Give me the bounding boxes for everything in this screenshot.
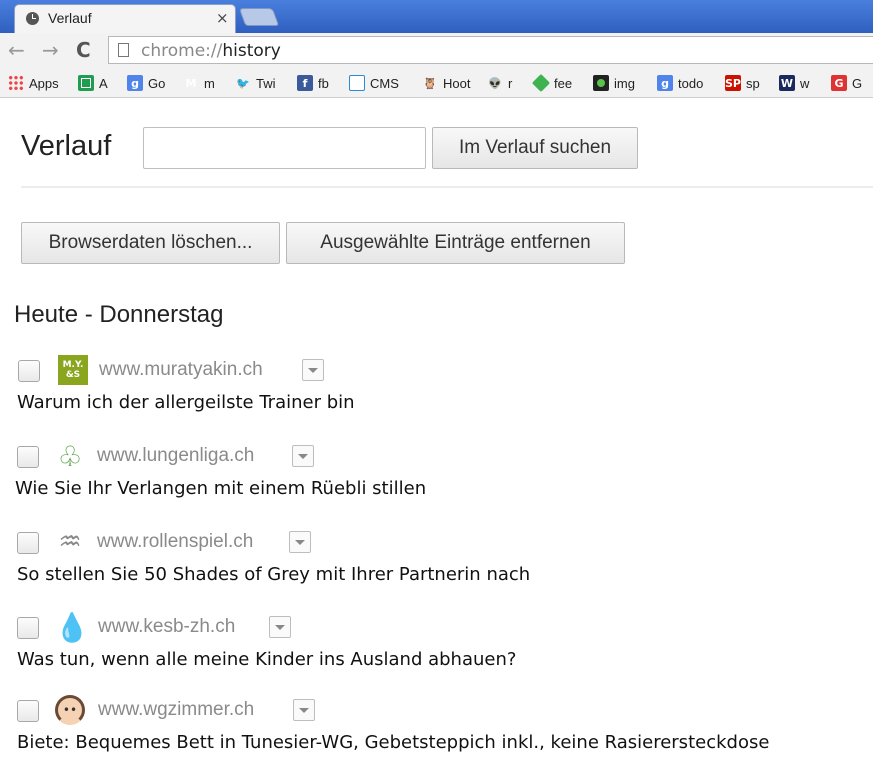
bookmark-label: Go — [148, 75, 166, 91]
entry-checkbox[interactable] — [17, 446, 39, 468]
wordpress-icon: W — [349, 75, 365, 91]
bookmark-label: fb — [318, 75, 329, 91]
history-entry: ♒ www.rollenspiel.ch So stellen Sie 50 Sha… — [0, 527, 873, 592]
entry-title-link[interactable]: Wie Sie Ihr Verlangen mit einem Rüebli s… — [15, 478, 426, 499]
history-entry: 💧 www.kesb-zh.ch Was tun, wenn alle meine … — [0, 611, 873, 677]
entry-domain-link[interactable]: www.muratyakin.ch — [99, 359, 263, 381]
sheets-icon — [78, 75, 94, 91]
reddit-icon: 👽 — [488, 76, 502, 90]
bookmark-1[interactable]: A — [78, 74, 108, 92]
bookmark-label: r — [508, 75, 513, 91]
entry-title-link[interactable]: Was tun, wenn alle meine Kinder ins Ausl… — [17, 649, 516, 670]
bookmark-6[interactable]: W CMS — [349, 74, 399, 92]
history-entry: M.Y. &S www.muratyakin.ch Warum ich der all… — [0, 355, 873, 420]
bookmark-label: Twi — [256, 75, 276, 91]
bookmark-label: Hoot — [443, 75, 471, 91]
entry-checkbox[interactable] — [17, 617, 39, 639]
history-entry: •• www.wgzimmer.ch Biete: Bequemes Bett in… — [0, 695, 873, 760]
bookmark-label: img — [614, 75, 635, 91]
entry-checkbox[interactable] — [17, 700, 39, 722]
bookmark-12[interactable]: SP sp — [725, 74, 760, 92]
img-icon — [593, 75, 609, 91]
face-icon: •• — [55, 695, 85, 725]
bookmark-label: w — [800, 75, 810, 91]
url-host: history — [222, 41, 281, 61]
bookmark-label: m — [204, 75, 215, 91]
bookmark-label: todo — [678, 75, 704, 91]
bookmark-label: Apps — [29, 75, 59, 91]
entry-domain-link[interactable]: www.rollenspiel.ch — [97, 531, 253, 553]
swan-icon: ♒ — [58, 527, 82, 557]
bookmark-label: G — [852, 75, 863, 91]
gmail-icon: M — [185, 76, 197, 90]
history-entry: ♧ www.lungenliga.ch Wie Sie Ihr Verlangen … — [0, 440, 873, 506]
url-text: chrome://history — [141, 41, 281, 61]
entry-menu-button[interactable] — [302, 359, 324, 381]
page-title: Verlauf — [21, 130, 112, 162]
header-divider — [21, 186, 873, 188]
entry-menu-button[interactable] — [293, 699, 315, 721]
address-bar[interactable]: chrome://history — [108, 36, 873, 64]
bookmark-14[interactable]: GG — [831, 74, 862, 92]
w-icon: W — [779, 75, 795, 91]
bookmark-8[interactable]: 👽 r — [487, 74, 512, 92]
google-icon: g — [657, 75, 673, 91]
bookmark-label: A — [99, 75, 108, 91]
clock-icon — [26, 12, 39, 25]
facebook-icon: f — [297, 75, 313, 91]
bookmark-13[interactable]: Ww — [779, 74, 809, 92]
back-arrow-icon[interactable]: ← — [8, 39, 25, 61]
entry-domain-link[interactable]: www.lungenliga.ch — [97, 445, 254, 467]
tab-history[interactable]: Verlauf × — [14, 4, 236, 33]
entry-title-link[interactable]: Biete: Bequemes Bett in Tunesier-WG, Geb… — [17, 732, 769, 753]
entry-checkbox[interactable] — [17, 532, 39, 554]
page-icon — [118, 43, 129, 57]
feedly-icon — [531, 73, 551, 93]
bookmark-7[interactable]: 🦉 Hoot — [422, 74, 470, 92]
drupal-drop-icon: 💧 — [54, 610, 90, 644]
entry-menu-button[interactable] — [289, 531, 311, 553]
entry-title-link[interactable]: So stellen Sie 50 Shades of Grey mit Ihr… — [17, 564, 530, 585]
bookmark-label: fee — [554, 75, 573, 91]
g-red-icon: G — [831, 75, 847, 91]
bookmark-label: CMS — [370, 75, 399, 91]
history-search-input[interactable] — [143, 127, 426, 169]
tab-title: Verlauf — [48, 10, 92, 26]
clear-browsing-data-button[interactable]: Browserdaten löschen... — [21, 222, 280, 264]
entry-menu-button[interactable] — [292, 445, 314, 467]
tab-strip: Verlauf × — [0, 0, 873, 33]
new-tab-button[interactable] — [238, 8, 280, 26]
bookmark-2[interactable]: g Go — [127, 74, 165, 92]
google-icon: g — [127, 75, 143, 91]
tree-icon: ♧ — [57, 439, 83, 473]
close-tab-icon[interactable]: × — [216, 10, 229, 26]
apps-grid-icon — [8, 75, 24, 91]
entry-domain-link[interactable]: www.wgzimmer.ch — [98, 699, 254, 721]
forward-arrow-icon[interactable]: → — [42, 39, 59, 61]
reload-icon[interactable]: C — [76, 39, 91, 61]
entry-domain-link[interactable]: www.kesb-zh.ch — [98, 616, 235, 638]
url-scheme: chrome:// — [141, 41, 223, 61]
day-heading: Heute - Donnerstag — [14, 301, 224, 328]
bookmark-5[interactable]: f fb — [297, 74, 329, 92]
twitter-icon: 🐦 — [236, 76, 250, 90]
entry-title-link[interactable]: Warum ich der allergeilste Trainer bin — [17, 392, 355, 413]
bookmark-4[interactable]: 🐦 Twi — [235, 74, 276, 92]
hootsuite-icon: 🦉 — [423, 76, 437, 90]
bookmark-0[interactable]: Apps — [8, 74, 59, 92]
search-history-button[interactable]: Im Verlauf suchen — [432, 127, 638, 169]
mys-logo-icon: M.Y. &S — [58, 355, 88, 385]
bookmark-10[interactable]: img — [593, 74, 635, 92]
browser-toolbar: ← → C chrome://history — [0, 33, 873, 68]
bookmarks-bar: Apps Ag Go Mm 🐦 Twi f fb W CMS 🦉 Hoot 👽 r fee img g todo S… — [0, 68, 873, 98]
entry-menu-button[interactable] — [269, 616, 291, 638]
bookmark-3[interactable]: Mm — [183, 74, 215, 92]
bookmark-label: sp — [746, 75, 760, 91]
bookmark-11[interactable]: g todo — [657, 74, 703, 92]
remove-selected-button[interactable]: Ausgewählte Einträge entfernen — [286, 222, 625, 264]
spon-icon: SP — [725, 75, 741, 91]
entry-checkbox[interactable] — [18, 360, 40, 382]
bookmark-9[interactable]: fee — [531, 73, 573, 93]
